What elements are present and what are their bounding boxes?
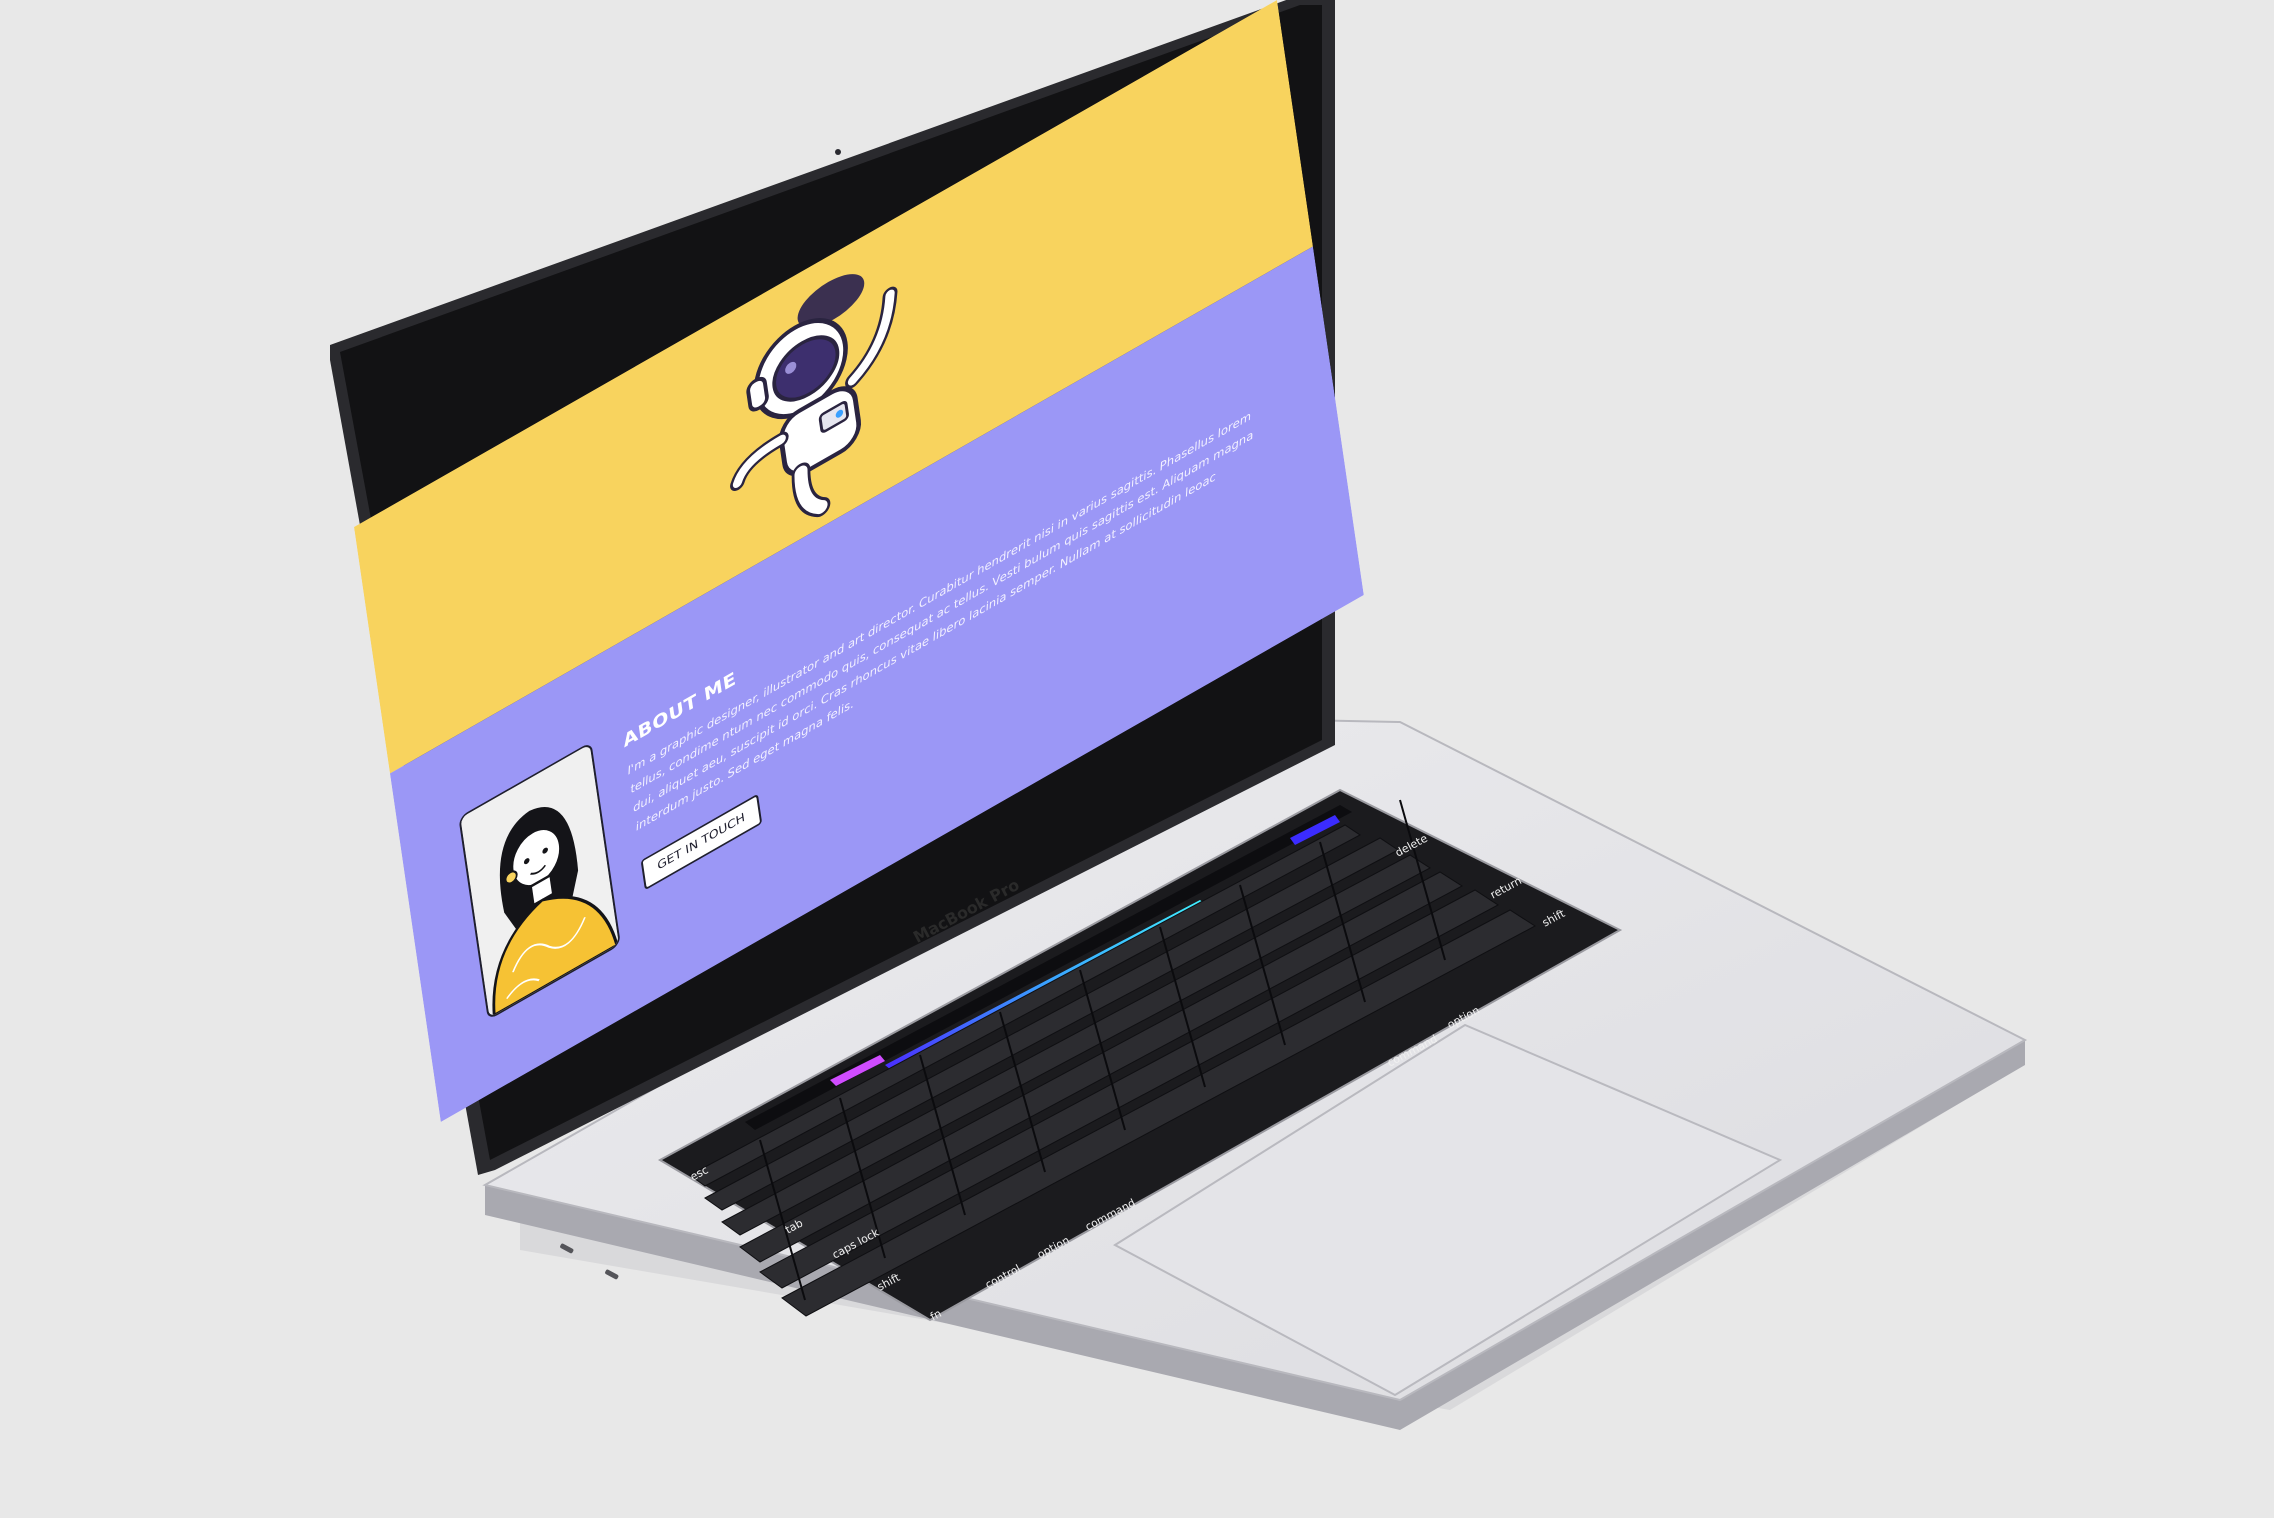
- laptop-scene: ABOUT ME I'm a graphic designer, illustr…: [0, 0, 2274, 1518]
